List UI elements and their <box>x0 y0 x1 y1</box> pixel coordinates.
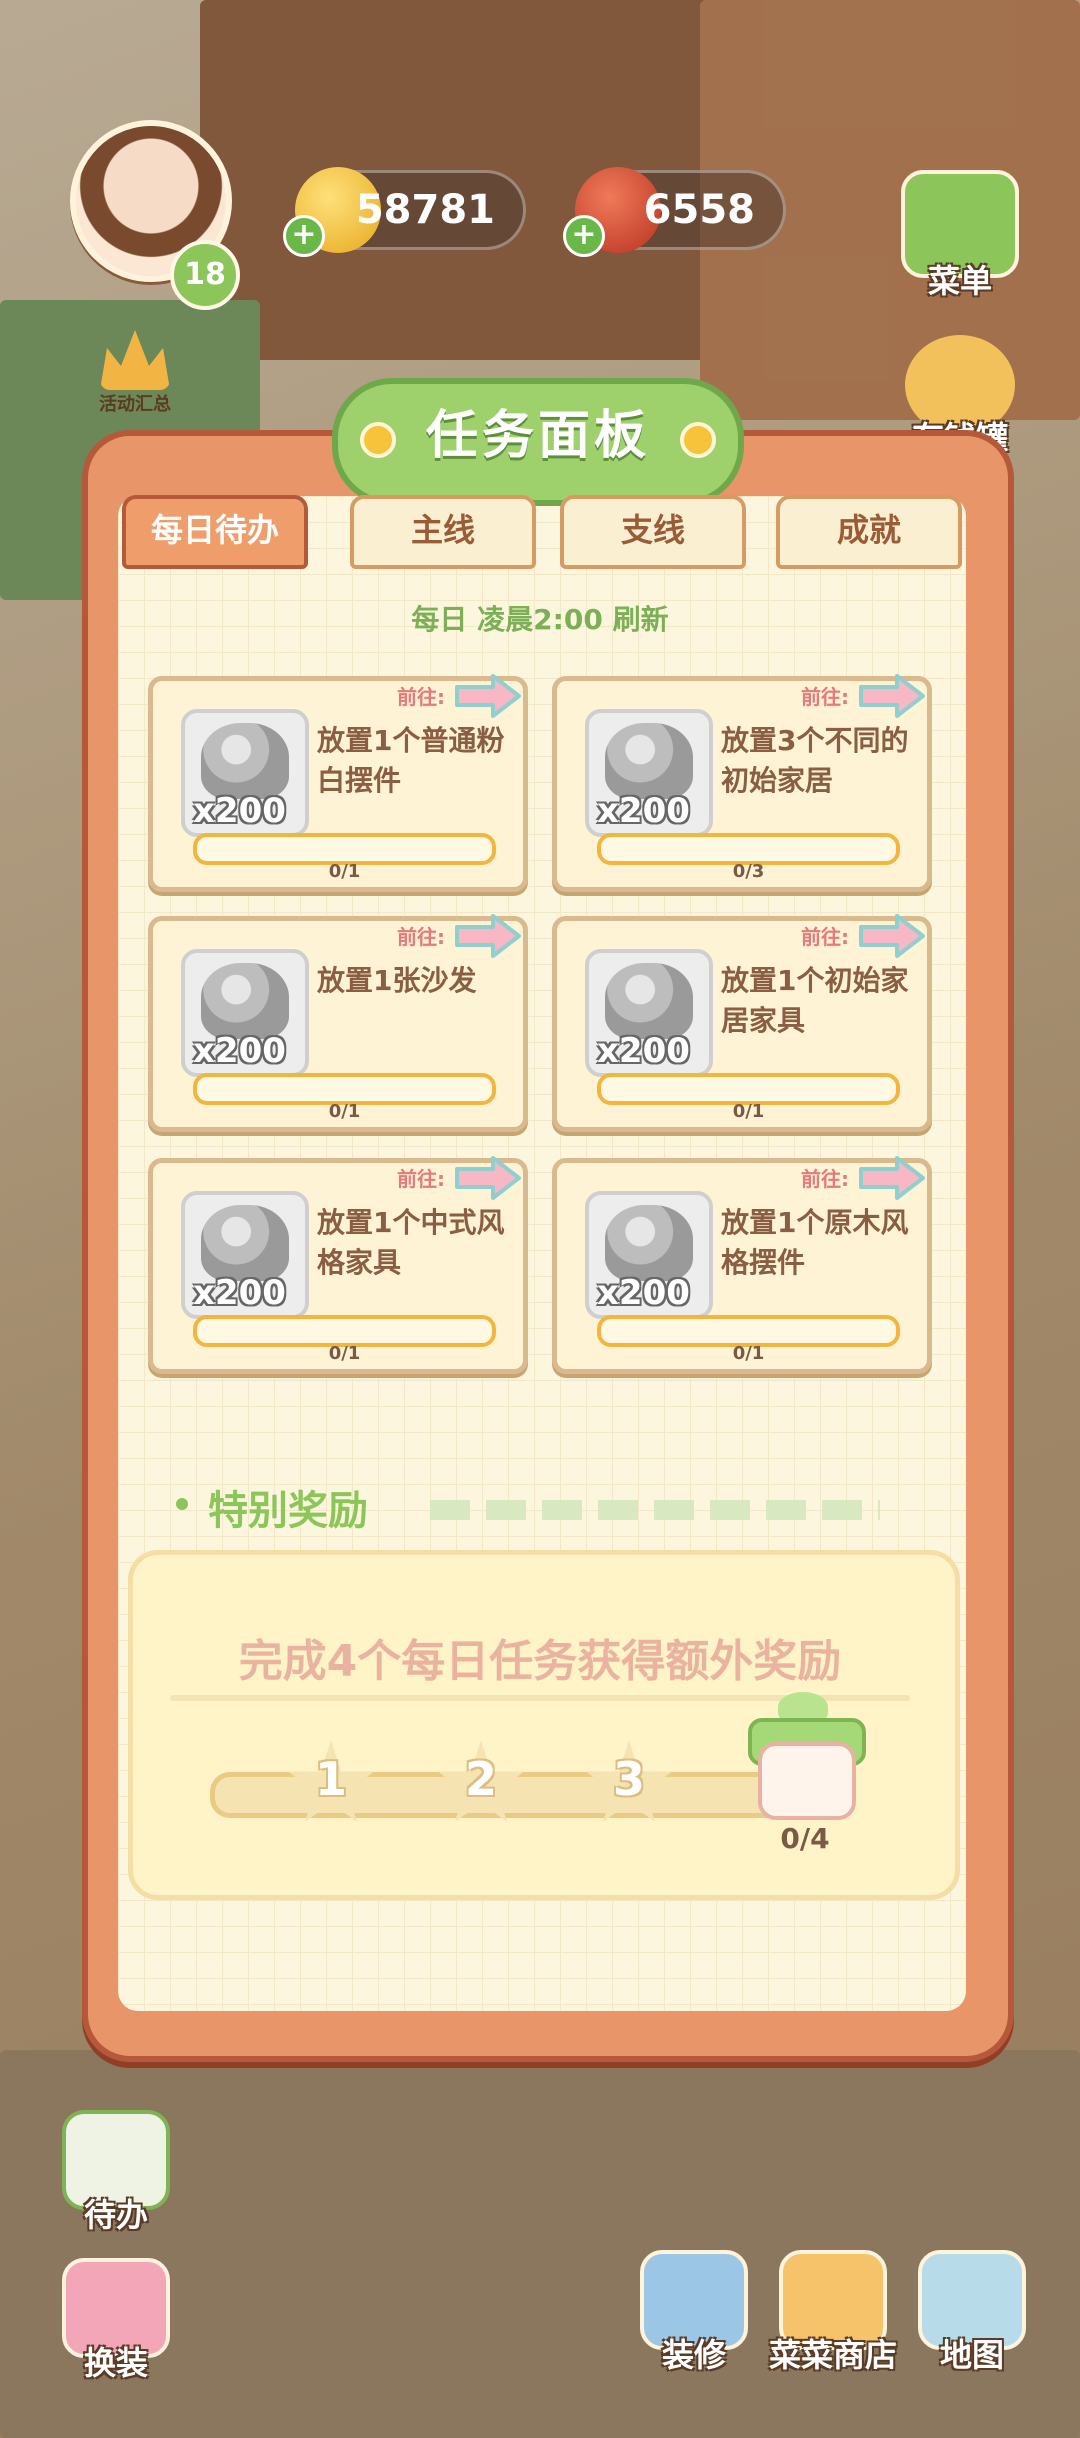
tomato-counter: + 6558 <box>563 167 786 257</box>
gift-reward-button[interactable] <box>748 1692 866 1822</box>
go-label: 前往: <box>801 685 849 709</box>
task-description: 放置1个中式风格家具 <box>317 1206 505 1279</box>
task-description: 放置1个原木风格摆件 <box>721 1206 909 1279</box>
reward-quantity: x200 <box>193 1273 286 1313</box>
reward-thumbnail: x200 <box>585 1191 713 1319</box>
go-label: 前往: <box>801 1167 849 1191</box>
todo-label: 待办 <box>83 2196 148 2234</box>
map-button[interactable]: 地图 <box>912 2250 1032 2380</box>
go-label: 前往: <box>397 685 445 709</box>
event-summary-button[interactable]: 活动汇总 <box>80 330 190 430</box>
reward-thumbnail: x200 <box>181 709 309 837</box>
coin-value: 58781 <box>355 187 495 233</box>
map-label: 地图 <box>939 2336 1004 2374</box>
menu-button[interactable]: 菜单 <box>900 170 1020 300</box>
crown-icon <box>100 330 170 390</box>
task-card: 前往: x200 放置1个初始家居家具 0/1 <box>552 913 932 1132</box>
task-description: 放置1个普通粉白摆件 <box>317 724 505 797</box>
dress-up-label: 换装 <box>83 2344 148 2382</box>
reward-quantity: x200 <box>193 791 286 831</box>
reward-quantity: x200 <box>597 791 690 831</box>
go-label: 前往: <box>397 925 445 949</box>
coin-pile-icon <box>201 723 289 799</box>
reward-thumbnail: x200 <box>181 949 309 1077</box>
milestone-3: 3 <box>612 1752 645 1806</box>
menu-label: 菜单 <box>927 262 992 300</box>
reward-description: 完成4个每日任务获得额外奖励 <box>238 1636 842 1687</box>
tab-daily[interactable]: 每日待办 <box>122 495 308 569</box>
tab-side[interactable]: 支线 <box>560 495 746 569</box>
reward-quantity: x200 <box>597 1031 690 1071</box>
decor-button[interactable]: 装修 <box>634 2250 754 2380</box>
task-progress-text: 0/1 <box>328 1101 361 1122</box>
decorative-dashes <box>430 1500 880 1520</box>
task-card: 前往: x200 放置1个普通粉白摆件 0/1 <box>148 673 528 892</box>
add-coins-button[interactable]: + <box>283 215 325 257</box>
task-progress-text: 0/1 <box>328 1343 361 1364</box>
task-description: 放置1张沙发 <box>317 964 477 997</box>
tab-achievement[interactable]: 成就 <box>776 495 962 569</box>
todo-button[interactable]: 待办 <box>56 2110 176 2240</box>
player-level-badge: 18 <box>170 240 240 310</box>
reward-thumbnail: x200 <box>181 1191 309 1319</box>
coin-pile-icon <box>605 723 693 799</box>
decor-label: 装修 <box>661 2336 726 2374</box>
tab-main[interactable]: 主线 <box>350 495 536 569</box>
shop-button[interactable]: 菜菜商店 <box>758 2250 908 2380</box>
panel-title-text: 任务面板 <box>425 406 650 466</box>
task-card: 前往: x200 放置1个原木风格摆件 0/1 <box>552 1155 932 1374</box>
task-description: 放置3个不同的初始家居 <box>721 724 909 797</box>
go-arrow-icon[interactable] <box>857 913 927 959</box>
tomato-value: 6558 <box>643 187 755 233</box>
task-progress-text: 0/3 <box>732 861 765 882</box>
shop-label: 菜菜商店 <box>768 2336 897 2374</box>
add-tomatoes-button[interactable]: + <box>563 215 605 257</box>
go-label: 前往: <box>801 925 849 949</box>
task-card: 前往: x200 放置1张沙发 0/1 <box>148 913 528 1132</box>
go-arrow-icon[interactable] <box>857 1155 927 1201</box>
task-card: 前往: x200 放置1个中式风格家具 0/1 <box>148 1155 528 1374</box>
panel-title: 任务面板 <box>332 378 744 506</box>
refresh-time-text: 每日 凌晨2:00 刷新 <box>411 603 669 636</box>
reward-thumbnail: x200 <box>585 949 713 1077</box>
go-arrow-icon[interactable] <box>857 673 927 719</box>
event-summary-label: 活动汇总 <box>99 394 171 415</box>
go-arrow-icon[interactable] <box>453 673 523 719</box>
milestone-2: 2 <box>464 1752 497 1806</box>
milestone-1: 1 <box>314 1752 347 1806</box>
reward-thumbnail: x200 <box>585 709 713 837</box>
coin-counter: + 58781 <box>283 167 526 257</box>
special-reward-title: 特别奖励 <box>172 1478 368 1536</box>
coin-pile-icon <box>605 1205 693 1281</box>
coin-pile-icon <box>605 963 693 1039</box>
reward-quantity: x200 <box>597 1273 690 1313</box>
coin-pile-icon <box>201 963 289 1039</box>
task-progress-text: 0/1 <box>732 1101 765 1122</box>
special-reward-title-text: 特别奖励 <box>208 1488 368 1534</box>
dress-up-button[interactable]: 换装 <box>56 2258 176 2388</box>
task-description: 放置1个初始家居家具 <box>721 964 909 1037</box>
coin-pile-icon <box>201 1205 289 1281</box>
reward-progress-count: 0/4 <box>780 1822 830 1855</box>
go-arrow-icon[interactable] <box>453 913 523 959</box>
task-progress-text: 0/1 <box>328 861 361 882</box>
go-arrow-icon[interactable] <box>453 1155 523 1201</box>
task-progress-text: 0/1 <box>732 1343 765 1364</box>
go-label: 前往: <box>397 1167 445 1191</box>
gift-box-icon <box>758 1742 856 1820</box>
task-card: 前往: x200 放置3个不同的初始家居 0/3 <box>552 673 932 892</box>
reward-quantity: x200 <box>193 1031 286 1071</box>
